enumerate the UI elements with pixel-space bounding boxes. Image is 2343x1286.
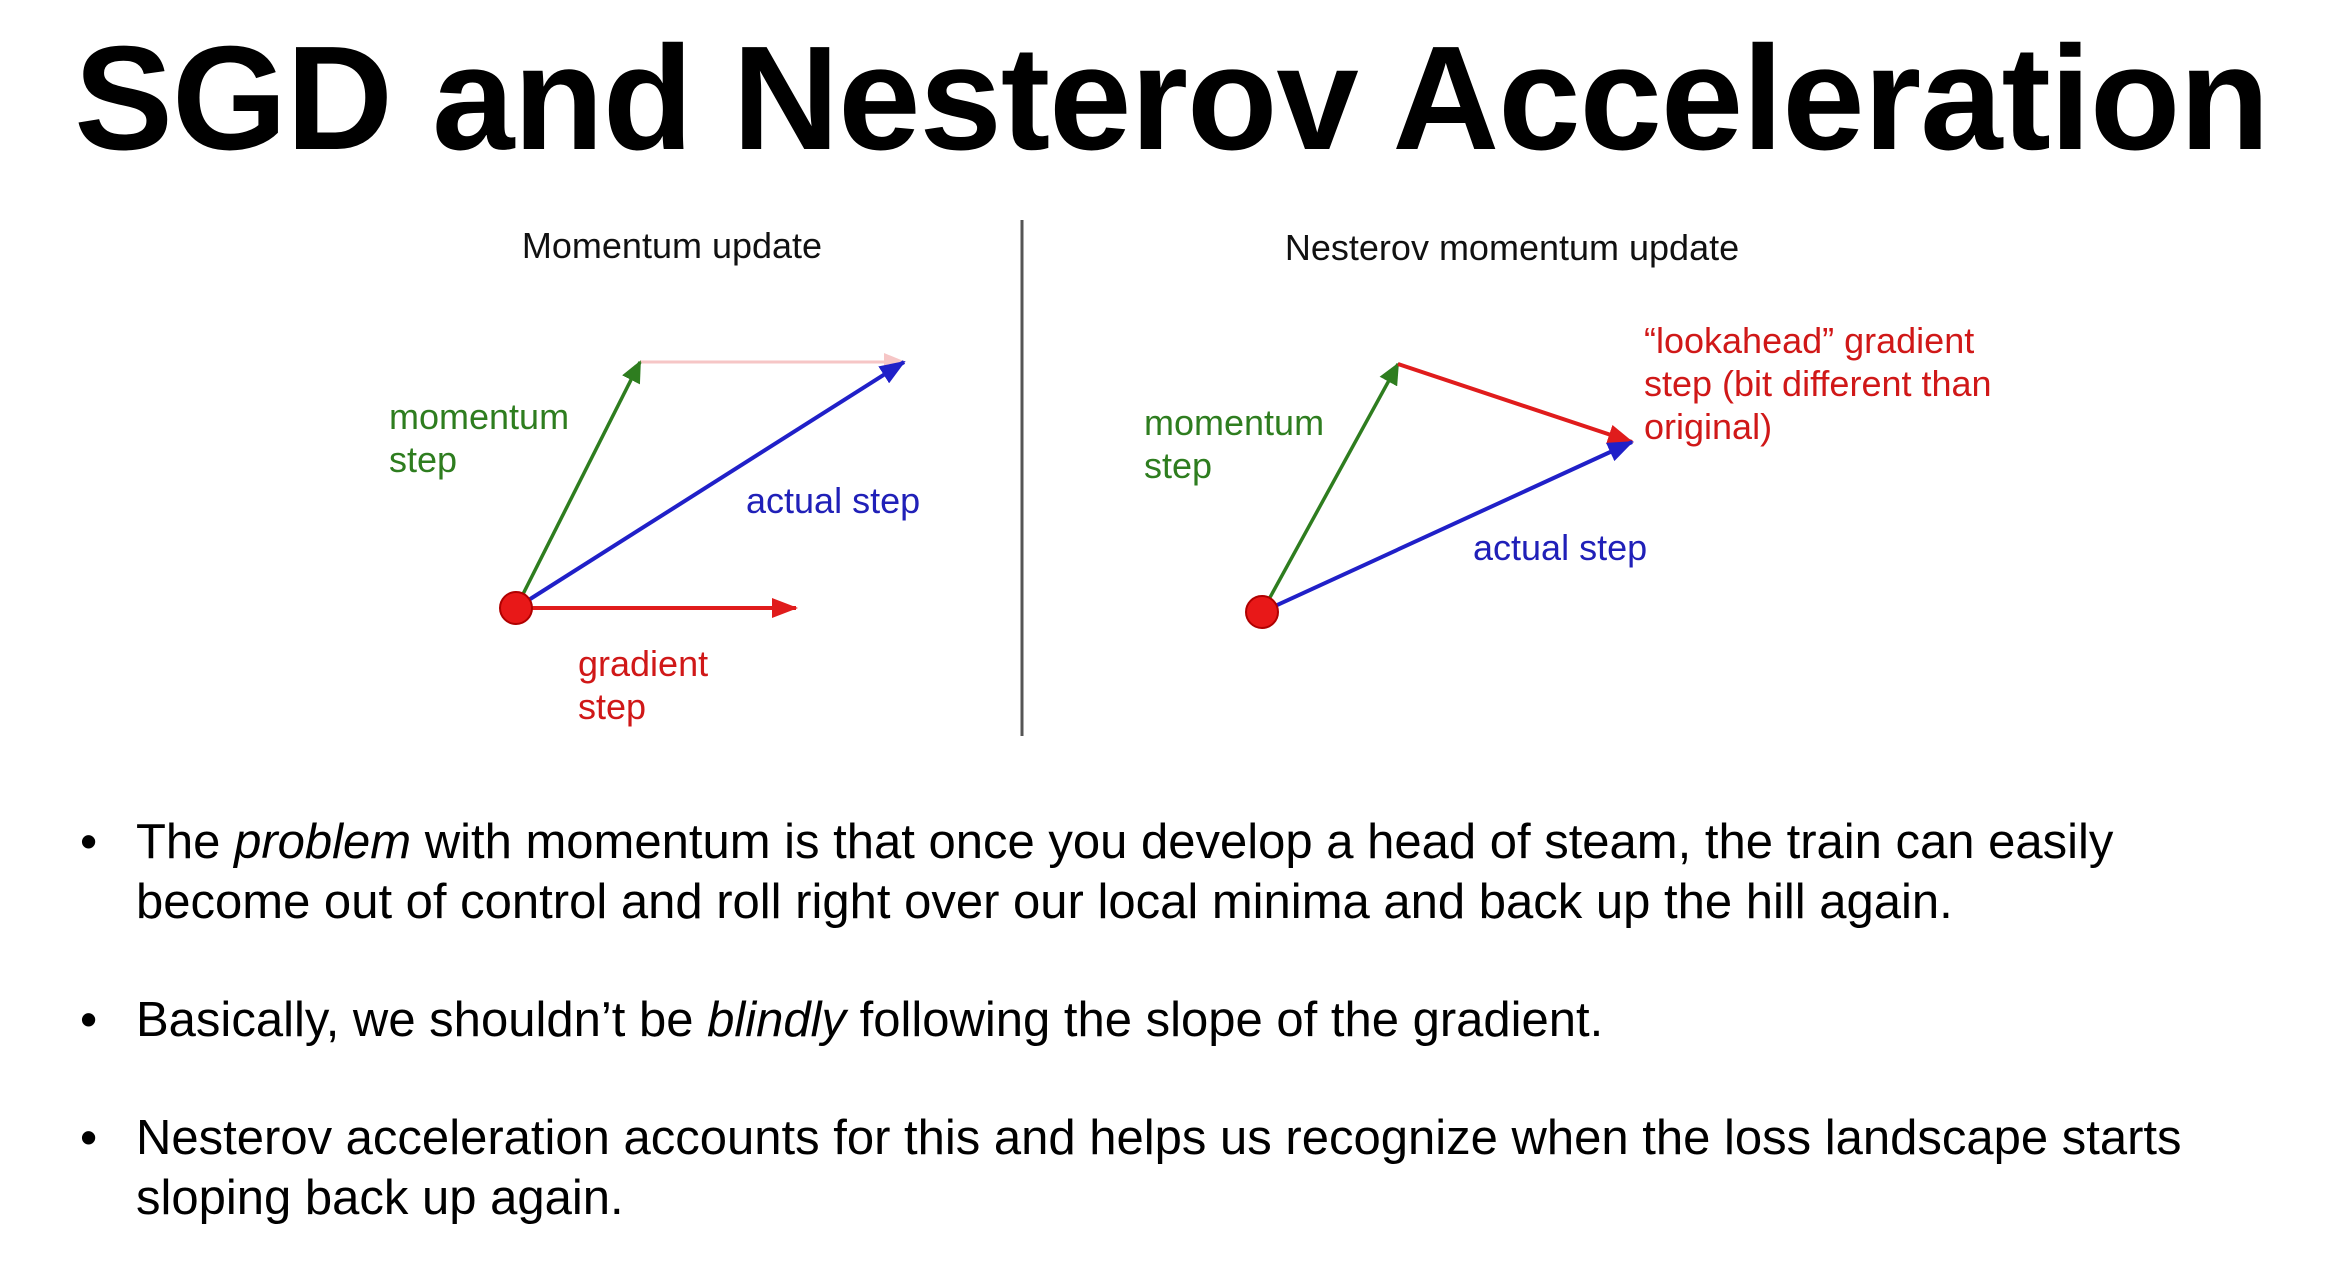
bullet-emphasis: blindly <box>707 993 846 1047</box>
left-gradient-label-line2: step <box>578 686 646 727</box>
right-lookahead-label-line3: original) <box>1644 406 1772 447</box>
bullet-text: with momentum is that once you develop a… <box>136 815 2114 929</box>
right-actual-step-label: actual step <box>1473 527 1647 568</box>
momentum-diagram: Momentum update momentum step actual ste… <box>389 220 1992 736</box>
right-lookahead-gradient-arrow <box>1397 362 1634 444</box>
bullet-text: Nesterov acceleration accounts for this … <box>136 1111 2182 1225</box>
left-start-point <box>499 591 533 625</box>
bullet-item: • Nesterov acceleration accounts for this… <box>80 1108 2300 1228</box>
bullet-dot: • <box>80 1111 98 1165</box>
left-momentum-label-line2: step <box>389 439 457 480</box>
bullet-item: • The problem with momentum is that once … <box>80 812 2300 932</box>
bullet-text: Basically, we shouldn’t be <box>136 993 708 1047</box>
left-gradient-label-line1: gradient <box>578 643 708 684</box>
right-lookahead-label-line1: “lookahead” gradient <box>1644 320 1974 361</box>
bullet-item: • Basically, we shouldn’t be blindly foll… <box>80 990 2300 1050</box>
left-panel-title: Momentum update <box>522 225 822 266</box>
bullet-dot: • <box>80 815 98 869</box>
right-start-point <box>1245 595 1279 629</box>
bullet-dot: • <box>80 993 98 1047</box>
right-momentum-label-line1: momentum <box>1144 402 1324 443</box>
bullet-list: • The problem with momentum is that once … <box>80 812 2300 1286</box>
bullet-text: The <box>136 815 235 869</box>
left-momentum-label-line1: momentum <box>389 396 569 437</box>
momentum-diagram-figure: Momentum update momentum step actual ste… <box>0 0 2343 760</box>
bullet-text: following the slope of the gradient. <box>845 993 1604 1047</box>
bullet-emphasis: problem <box>234 815 412 869</box>
right-lookahead-label-line2: step (bit different than <box>1644 363 1992 404</box>
right-momentum-label-line2: step <box>1144 445 1212 486</box>
right-panel-title: Nesterov momentum update <box>1285 227 1739 268</box>
left-actual-step-label: actual step <box>746 480 920 521</box>
